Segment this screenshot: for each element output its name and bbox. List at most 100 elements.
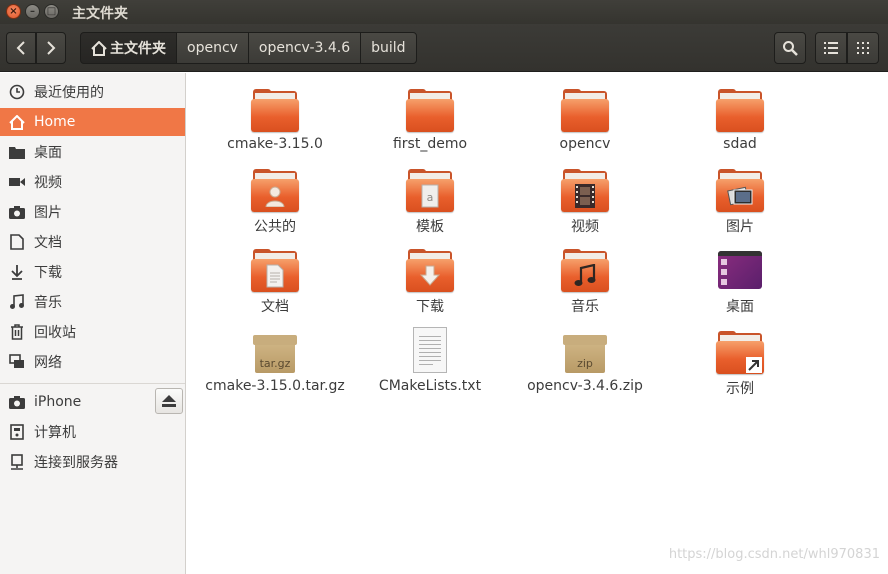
- file-label: 示例: [726, 381, 754, 397]
- sidebar-item-music[interactable]: 音乐: [0, 288, 185, 316]
- file-label: sdad: [723, 136, 757, 152]
- search-icon: [783, 41, 798, 56]
- file-label: cmake-3.15.0.tar.gz: [205, 378, 345, 394]
- sidebar-item-label: 计算机: [34, 425, 76, 441]
- title-bar: × – □ 主文件夹: [0, 0, 888, 24]
- document-icon: [10, 234, 24, 250]
- eject-icon: [162, 395, 176, 407]
- sidebar-item-desktop[interactable]: 桌面: [0, 138, 185, 166]
- file-item-pictures[interactable]: 图片: [665, 169, 815, 236]
- sidebar-divider: [0, 383, 185, 384]
- file-item-opencv-zip[interactable]: zip opencv-3.4.6.zip: [510, 331, 660, 394]
- sidebar-item-trash[interactable]: 回收站: [0, 318, 185, 346]
- maximize-window-button[interactable]: □: [44, 4, 59, 19]
- file-item-desktop[interactable]: 桌面: [665, 249, 815, 316]
- file-item-examples[interactable]: 示例: [665, 331, 815, 398]
- sidebar-item-connect-server[interactable]: 连接到服务器: [0, 448, 185, 476]
- sidebar-item-documents[interactable]: 文档: [0, 228, 185, 256]
- file-label: 视频: [571, 219, 599, 235]
- sidebar-item-pictures[interactable]: 图片: [0, 198, 185, 226]
- breadcrumb-build[interactable]: build: [360, 32, 417, 64]
- file-item-templates[interactable]: a 模板: [355, 169, 505, 236]
- file-item-public[interactable]: 公共的: [200, 169, 350, 236]
- breadcrumb-opencv[interactable]: opencv: [176, 32, 249, 64]
- sidebar-item-label: 视频: [34, 175, 62, 191]
- sidebar-item-home[interactable]: Home: [0, 108, 185, 136]
- public-folder-icon: [251, 169, 299, 213]
- chevron-right-icon: [47, 41, 56, 55]
- clock-icon: [9, 84, 25, 100]
- file-label: cmake-3.15.0: [227, 136, 323, 152]
- grid-view-icon: [857, 42, 869, 54]
- forward-button[interactable]: [36, 32, 66, 64]
- music-folder-icon: [561, 249, 609, 293]
- chevron-left-icon: [16, 41, 25, 55]
- sidebar-item-label: 连接到服务器: [34, 455, 118, 471]
- picture-icon: [727, 186, 753, 206]
- file-item-documents[interactable]: 文档: [200, 249, 350, 316]
- list-view-icon: [824, 42, 838, 54]
- music-icon: [10, 294, 24, 309]
- documents-folder-icon: [251, 249, 299, 293]
- file-item-music[interactable]: 音乐: [510, 249, 660, 316]
- pictures-folder-icon: [716, 169, 764, 213]
- sidebar-item-computer[interactable]: 计算机: [0, 418, 185, 446]
- camera-icon: [9, 206, 25, 219]
- folder-icon: [9, 147, 25, 159]
- back-button[interactable]: [6, 32, 36, 64]
- sidebar-item-downloads[interactable]: 下载: [0, 258, 185, 286]
- sidebar-item-label: Home: [34, 114, 76, 130]
- file-label: 文档: [261, 299, 289, 315]
- downloads-folder-icon: [406, 249, 454, 293]
- videos-folder-icon: [561, 169, 609, 213]
- sidebar-item-label: 图片: [34, 205, 62, 221]
- trash-icon: [11, 324, 23, 340]
- close-icon: ×: [9, 6, 18, 17]
- archive-icon: zip: [561, 331, 609, 375]
- home-icon: [91, 40, 107, 56]
- folder-icon: [251, 89, 299, 133]
- sidebar: 最近使用的 Home 桌面 视频 图片 文档 下载 音乐 回收站 网络 iPho…: [0, 73, 186, 574]
- close-window-button[interactable]: ×: [6, 4, 21, 19]
- sidebar-item-videos[interactable]: 视频: [0, 168, 185, 196]
- breadcrumb: 主文件夹 opencv opencv-3.4.6 build: [80, 32, 417, 64]
- breadcrumb-home[interactable]: 主文件夹: [80, 32, 177, 64]
- sidebar-item-recent[interactable]: 最近使用的: [0, 78, 185, 106]
- file-item-first-demo[interactable]: first_demo: [355, 89, 505, 152]
- folder-icon: [406, 89, 454, 133]
- window-title: 主文件夹: [72, 6, 128, 22]
- download-icon: [11, 265, 23, 280]
- file-item-cmakelists[interactable]: CMakeLists.txt: [355, 327, 505, 394]
- templates-folder-icon: a: [406, 169, 454, 213]
- file-label: CMakeLists.txt: [378, 378, 482, 394]
- camera-icon: [9, 396, 25, 409]
- film-icon: [575, 184, 595, 208]
- server-icon: [11, 454, 23, 470]
- breadcrumb-label: opencv: [187, 40, 238, 56]
- maximize-icon: □: [46, 6, 57, 17]
- file-item-opencv[interactable]: opencv: [510, 89, 660, 152]
- eject-button[interactable]: [155, 388, 183, 414]
- document-icon: [266, 264, 284, 288]
- file-label: 音乐: [571, 299, 599, 315]
- breadcrumb-opencv-version[interactable]: opencv-3.4.6: [247, 32, 362, 64]
- computer-icon: [10, 424, 24, 440]
- file-label: opencv-3.4.6.zip: [527, 378, 643, 394]
- file-item-cmake-folder[interactable]: cmake-3.15.0: [200, 89, 350, 152]
- file-item-videos[interactable]: 视频: [510, 169, 660, 236]
- svg-text:a: a: [427, 191, 434, 204]
- file-item-cmake-archive[interactable]: tar.gz cmake-3.15.0.tar.gz: [200, 331, 350, 394]
- breadcrumb-label: 主文件夹: [110, 41, 166, 57]
- file-label: 模板: [416, 219, 444, 235]
- grid-view-button[interactable]: [847, 32, 879, 64]
- list-view-button[interactable]: [815, 32, 847, 64]
- sidebar-item-label: 最近使用的: [34, 85, 104, 101]
- sidebar-item-network[interactable]: 网络: [0, 348, 185, 376]
- sidebar-item-label: 文档: [34, 235, 62, 251]
- sidebar-item-label: 桌面: [34, 145, 62, 161]
- file-grid: cmake-3.15.0 first_demo opencv sdad 公共的 …: [187, 73, 888, 574]
- search-button[interactable]: [774, 32, 806, 64]
- file-item-downloads[interactable]: 下载: [355, 249, 505, 316]
- file-item-sdad[interactable]: sdad: [665, 89, 815, 152]
- minimize-window-button[interactable]: –: [25, 4, 40, 19]
